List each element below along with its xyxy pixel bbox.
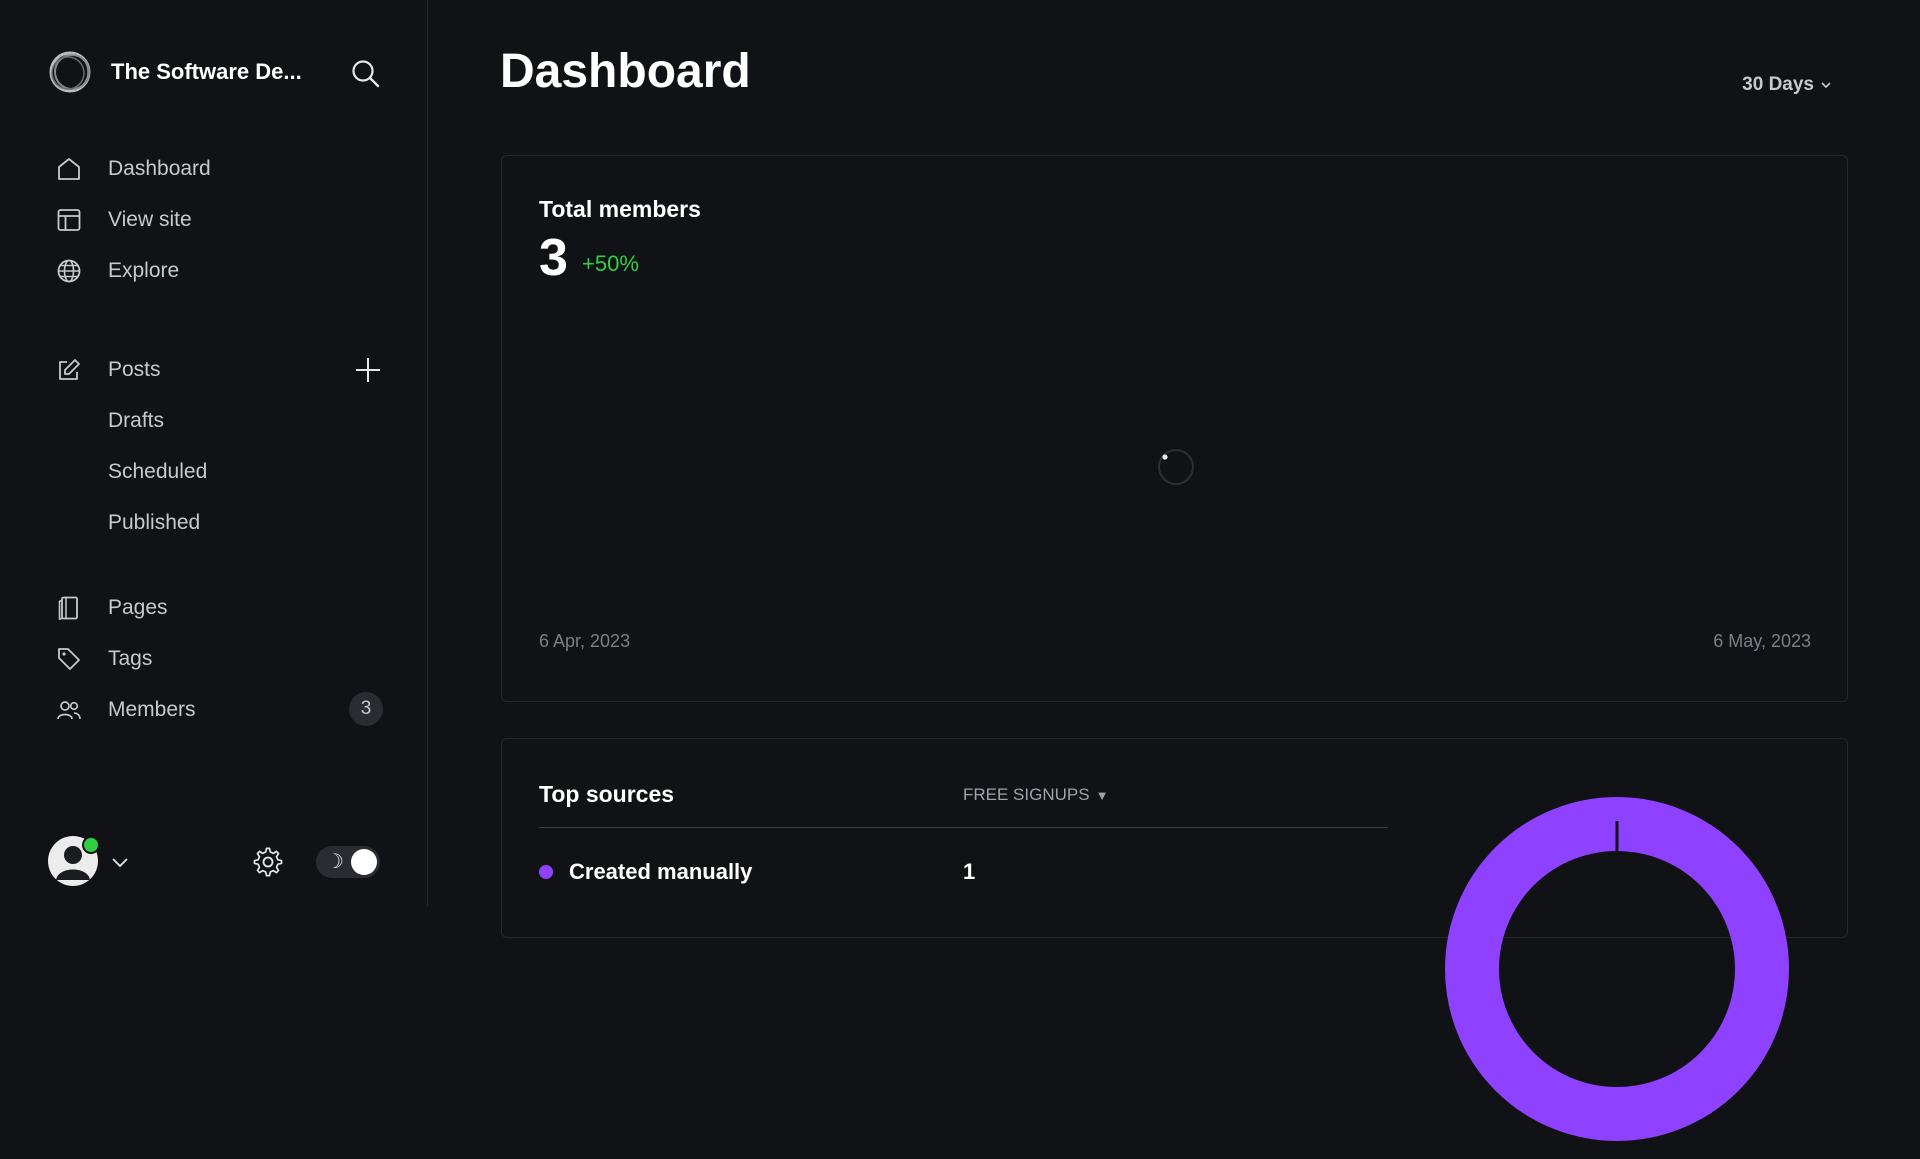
nav-item-label: Dashboard bbox=[108, 157, 211, 180]
gear-icon[interactable] bbox=[252, 846, 284, 878]
free-signups-sort[interactable]: FREE SIGNUPS ▼ bbox=[963, 785, 1108, 805]
brand[interactable]: The Software De... bbox=[48, 50, 321, 94]
total-members-card: Total members 3 +50% 6 Apr, 2023 6 May, … bbox=[501, 155, 1848, 702]
metric-label: Total members bbox=[539, 196, 701, 222]
source-count: 1 bbox=[963, 859, 976, 884]
nav-sub-drafts[interactable]: Drafts bbox=[108, 403, 164, 439]
nav-sub-scheduled[interactable]: Scheduled bbox=[108, 454, 207, 490]
site-name: The Software De... bbox=[111, 59, 302, 84]
sources-donut-chart bbox=[1445, 797, 1789, 1141]
source-name: Created manually bbox=[569, 859, 753, 884]
theme-toggle[interactable]: ☽ bbox=[316, 846, 380, 878]
globe-icon bbox=[56, 258, 82, 284]
caret-down-icon: ▼ bbox=[1095, 787, 1109, 803]
page-title: Dashboard bbox=[500, 45, 751, 98]
metric-value: 3 bbox=[539, 229, 568, 287]
sources-title: Top sources bbox=[539, 781, 675, 807]
tag-icon bbox=[56, 646, 82, 672]
period-select[interactable]: 30 Days bbox=[1742, 74, 1832, 96]
chevron-down-icon bbox=[1821, 82, 1831, 89]
nav-item-posts[interactable]: Posts bbox=[56, 350, 161, 390]
divider bbox=[539, 827, 1388, 828]
nav-item-label: Members bbox=[108, 698, 196, 721]
metric-delta: +50% bbox=[582, 251, 639, 276]
top-sources-card: Top sources FREE SIGNUPS ▼ Created manua… bbox=[501, 738, 1848, 1141]
search-icon[interactable] bbox=[350, 58, 380, 88]
layout-icon bbox=[56, 207, 82, 233]
sidebar: The Software De... Dashboard View site E… bbox=[0, 0, 428, 906]
moon-icon: ☽ bbox=[326, 849, 344, 873]
column-header: FREE SIGNUPS bbox=[963, 785, 1090, 804]
nav-item-members[interactable]: Members bbox=[56, 690, 196, 730]
home-icon bbox=[56, 156, 82, 182]
chart-end-date: 6 May, 2023 bbox=[1713, 631, 1811, 651]
chart-start-date: 6 Apr, 2023 bbox=[539, 631, 631, 651]
members-count-badge: 3 bbox=[349, 692, 383, 726]
nav-item-label: Pages bbox=[108, 596, 168, 619]
add-post-button[interactable] bbox=[354, 356, 382, 384]
table-row: Created manually 1 bbox=[539, 857, 1388, 887]
nav-item-label: View site bbox=[108, 208, 192, 231]
chevron-down-icon[interactable] bbox=[110, 852, 130, 872]
nav-item-dashboard[interactable]: Dashboard bbox=[56, 149, 211, 189]
source-color-dot bbox=[539, 865, 553, 879]
online-status-dot bbox=[82, 836, 100, 854]
nav-sub-published[interactable]: Published bbox=[108, 505, 200, 541]
members-icon bbox=[56, 697, 82, 723]
pencil-icon bbox=[56, 357, 82, 383]
toggle-knob bbox=[351, 849, 377, 875]
nav-item-tags[interactable]: Tags bbox=[56, 639, 152, 679]
nav-item-view-site[interactable]: View site bbox=[56, 200, 192, 240]
nav-item-label: Tags bbox=[108, 647, 153, 670]
nav-item-label: Explore bbox=[108, 259, 180, 282]
nav-item-label: Posts bbox=[108, 358, 161, 381]
loading-spinner-icon bbox=[1158, 449, 1194, 485]
site-logo-icon bbox=[49, 51, 91, 93]
nav-item-explore[interactable]: Explore bbox=[56, 251, 179, 291]
page-icon bbox=[56, 595, 82, 621]
period-select-value: 30 Days bbox=[1742, 74, 1814, 95]
nav-item-pages[interactable]: Pages bbox=[56, 588, 168, 628]
